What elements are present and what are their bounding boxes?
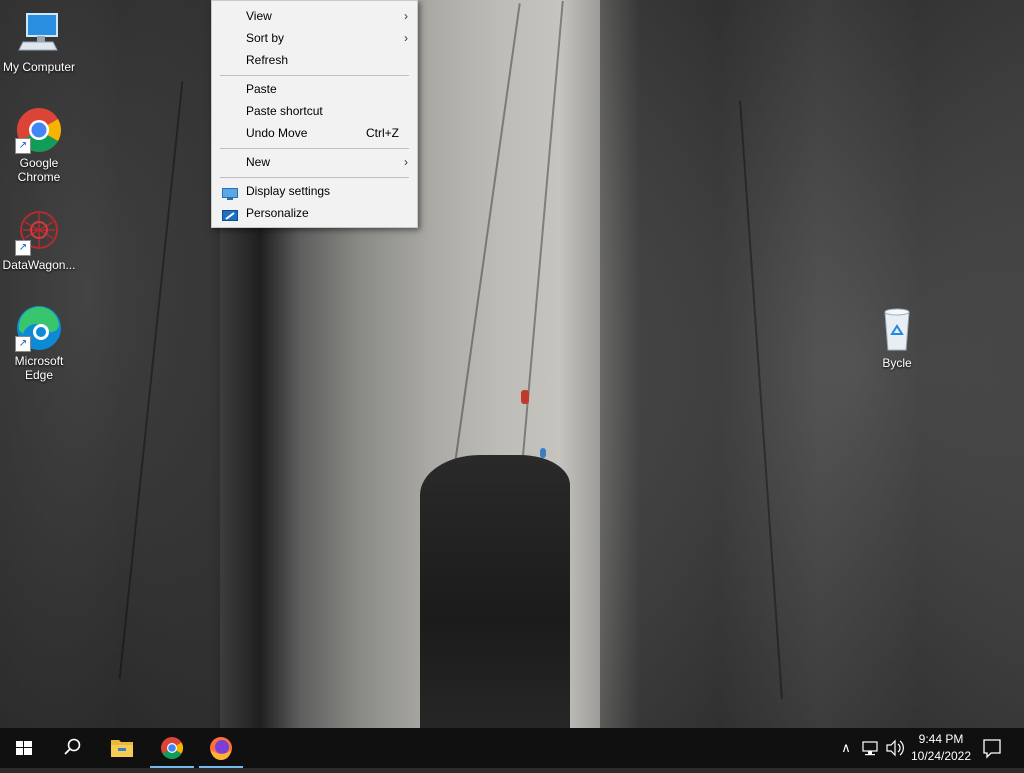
- menu-separator: [220, 148, 409, 149]
- menu-item-undo-move[interactable]: Undo Move Ctrl+Z: [212, 122, 417, 144]
- notification-icon: [983, 739, 1001, 759]
- desktop-icon-label: Google Chrome: [17, 156, 61, 184]
- menu-item-sort-by[interactable]: Sort by ›: [212, 27, 417, 49]
- menu-item-display-settings[interactable]: Display settings: [212, 180, 417, 202]
- menu-separator: [220, 177, 409, 178]
- edge-icon: ↗: [15, 304, 63, 352]
- menu-separator: [220, 75, 409, 76]
- desktop-icon-datawagon[interactable]: ↗ DataWagon...: [0, 208, 78, 272]
- keyboard-shortcut: Ctrl+Z: [366, 126, 399, 140]
- file-explorer-icon: [111, 740, 133, 757]
- tray-network-button[interactable]: [860, 728, 882, 768]
- chevron-right-icon: ›: [404, 9, 408, 23]
- desktop-icon-label: Microsoft Edge: [14, 354, 64, 382]
- menu-item-view[interactable]: View ›: [212, 5, 417, 27]
- chevron-right-icon: ›: [404, 31, 408, 45]
- desktop-icon-google-chrome[interactable]: ↗ Google Chrome: [0, 106, 78, 184]
- desktop-context-menu: View › Sort by › Refresh Paste Paste sho…: [211, 0, 418, 228]
- action-center-button[interactable]: [980, 728, 1004, 768]
- taskbar-chrome[interactable]: [148, 728, 196, 768]
- menu-item-paste[interactable]: Paste: [212, 78, 417, 100]
- menu-item-personalize[interactable]: Personalize: [212, 202, 417, 224]
- desktop-icon-label: DataWagon...: [2, 258, 76, 272]
- datawagon-icon: ↗: [15, 208, 63, 256]
- chevron-right-icon: ›: [404, 155, 408, 169]
- taskbar-firefox[interactable]: [197, 728, 245, 768]
- chrome-icon: ↗: [15, 106, 63, 154]
- shortcut-arrow-icon: ↗: [15, 336, 31, 352]
- chrome-icon: [161, 737, 183, 759]
- clock-date: 10/24/2022: [910, 749, 972, 763]
- computer-icon: [15, 10, 63, 58]
- chevron-up-icon: ∧: [841, 740, 851, 755]
- taskbar-file-explorer[interactable]: [98, 728, 146, 768]
- desktop-icon-label: Bycle: [882, 356, 912, 370]
- display-icon: [222, 185, 238, 200]
- shortcut-arrow-icon: ↗: [15, 240, 31, 256]
- start-button[interactable]: [0, 728, 48, 768]
- tray-chevron-button[interactable]: ∧: [836, 728, 856, 768]
- windows-start-icon: [16, 741, 32, 755]
- desktop-icon-recycle-bin[interactable]: Bycle: [858, 306, 936, 370]
- firefox-icon: [210, 737, 232, 760]
- desktop-icon-my-computer[interactable]: My Computer: [0, 10, 78, 74]
- desktop-icon-microsoft-edge[interactable]: ↗ Microsoft Edge: [0, 304, 78, 382]
- clock-time: 9:44 PM: [918, 732, 964, 746]
- menu-item-refresh[interactable]: Refresh: [212, 49, 417, 71]
- search-button[interactable]: [48, 728, 96, 768]
- recycle-bin-icon: [873, 306, 921, 354]
- network-icon: [862, 741, 878, 756]
- personalize-icon: [222, 207, 238, 221]
- taskbar-clock[interactable]: 9:44 PM 10/24/2022: [906, 731, 976, 765]
- desktop-icon-label: My Computer: [2, 60, 76, 74]
- search-icon: [64, 738, 81, 755]
- menu-item-new[interactable]: New ›: [212, 151, 417, 173]
- volume-icon: [886, 739, 904, 757]
- taskbar: ∧ 9:44 PM 10/24/2022: [0, 728, 1024, 768]
- menu-item-paste-shortcut[interactable]: Paste shortcut: [212, 100, 417, 122]
- shortcut-arrow-icon: ↗: [15, 138, 31, 154]
- tray-volume-button[interactable]: [884, 728, 906, 768]
